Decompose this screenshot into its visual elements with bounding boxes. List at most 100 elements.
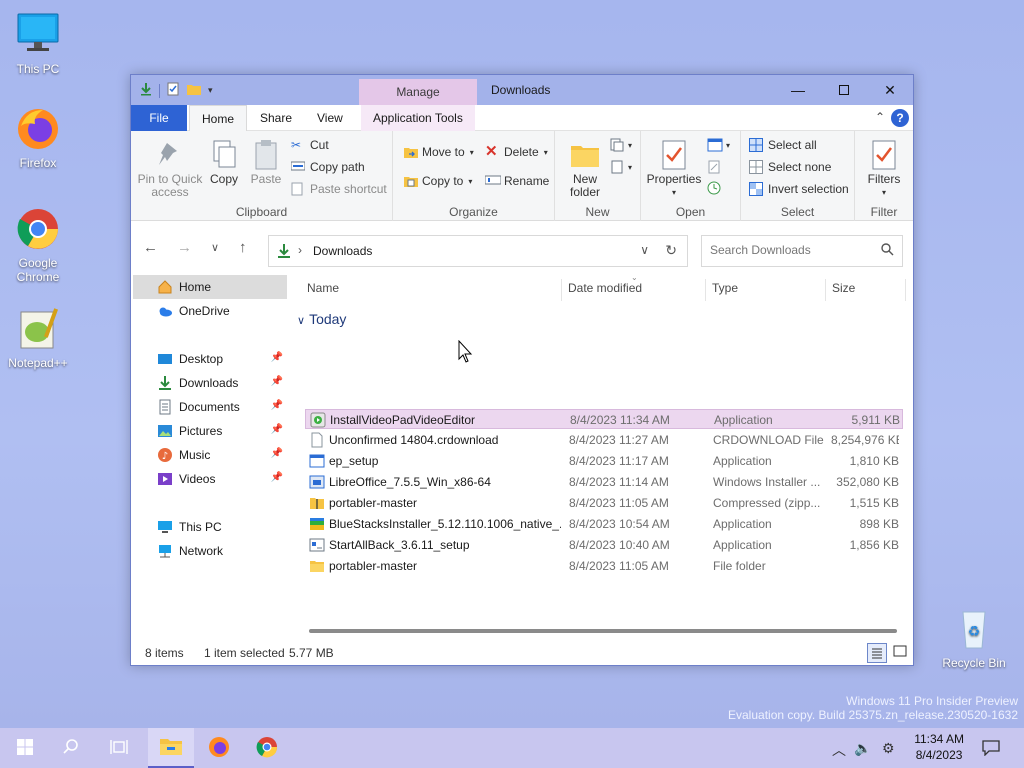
filters-button[interactable]: Filters ▾ bbox=[861, 139, 907, 199]
taskbar-chrome[interactable] bbox=[244, 728, 290, 768]
help-icon[interactable]: ? bbox=[891, 109, 909, 127]
nav-item-home[interactable]: Home bbox=[133, 275, 287, 299]
paste-shortcut-button[interactable]: Paste shortcut bbox=[291, 182, 387, 196]
select-all-button[interactable]: Select all bbox=[749, 138, 817, 152]
copy-path-button[interactable]: Copy path bbox=[290, 160, 365, 174]
nav-item-network[interactable]: Network bbox=[133, 539, 287, 563]
pin-to-quick-access-button[interactable]: Pin to Quick access bbox=[137, 139, 203, 199]
search-icon[interactable] bbox=[881, 243, 894, 259]
table-row[interactable]: portabler-master 8/4/2023 11:05 AM Compres… bbox=[305, 493, 903, 513]
back-button[interactable]: ← bbox=[143, 239, 158, 256]
start-button[interactable] bbox=[2, 728, 48, 768]
history-button[interactable] bbox=[707, 181, 721, 195]
copy-button[interactable]: Copy bbox=[203, 139, 245, 186]
task-view-button[interactable] bbox=[96, 728, 142, 768]
pin-icon[interactable]: 📌 bbox=[271, 472, 283, 483]
tab-home[interactable]: Home bbox=[189, 105, 248, 131]
nav-item-downloads[interactable]: Downloads 📌 bbox=[133, 371, 287, 395]
nav-item-this-pc[interactable]: This PC bbox=[133, 515, 287, 539]
paste-button[interactable]: Paste bbox=[245, 139, 287, 186]
pin-icon[interactable]: 📌 bbox=[271, 352, 283, 363]
manage-context-tab[interactable]: Manage bbox=[359, 79, 477, 105]
new-item-button[interactable]: ▾ bbox=[609, 138, 632, 152]
pin-icon[interactable]: 📌 bbox=[271, 448, 283, 459]
copy-to-button[interactable]: Copy to ▾ bbox=[403, 174, 472, 188]
title-bar[interactable]: ▾ Manage Downloads — ✕ bbox=[131, 75, 913, 105]
group-header-today[interactable]: ∨ Today bbox=[297, 311, 346, 327]
desktop-icon-chrome[interactable]: Google Chrome bbox=[0, 206, 76, 284]
properties-button[interactable]: Properties ▾ bbox=[645, 139, 703, 199]
nav-item-desktop[interactable]: Desktop 📌 bbox=[133, 347, 287, 371]
show-hidden-icons-button[interactable]: ︿ bbox=[832, 740, 846, 760]
properties-check-icon[interactable] bbox=[166, 82, 180, 99]
column-divider[interactable] bbox=[705, 279, 706, 301]
desktop-icon-notepadpp[interactable]: Notepad++ bbox=[0, 306, 76, 370]
column-divider[interactable] bbox=[561, 279, 562, 301]
table-row[interactable]: InstallVideoPadVideoEditor 8/4/2023 11:34… bbox=[305, 409, 903, 429]
table-row[interactable]: Unconfirmed 14804.crdownload 8/4/2023 11:… bbox=[305, 430, 903, 450]
refresh-icon[interactable]: ↻ bbox=[665, 242, 677, 259]
column-divider[interactable] bbox=[825, 279, 826, 301]
breadcrumb[interactable]: Downloads bbox=[313, 244, 372, 258]
move-to-button[interactable]: Move to ▾ bbox=[403, 145, 474, 159]
address-bar[interactable]: › Downloads ∨ ↻ bbox=[268, 235, 688, 267]
tab-file[interactable]: File bbox=[131, 105, 187, 131]
taskbar-clock[interactable]: 11:34 AM 8/4/2023 bbox=[914, 731, 964, 763]
desktop-icon-firefox[interactable]: Firefox bbox=[0, 106, 76, 170]
nav-item-pictures[interactable]: Pictures 📌 bbox=[133, 419, 287, 443]
rename-button[interactable]: Rename bbox=[484, 174, 549, 188]
maximize-button[interactable] bbox=[821, 75, 867, 105]
edit-button[interactable] bbox=[707, 160, 721, 174]
horizontal-scrollbar[interactable] bbox=[309, 629, 897, 633]
notifications-button[interactable] bbox=[982, 740, 1000, 759]
desktop-icon-recycle-bin[interactable]: ♻ Recycle Bin bbox=[936, 606, 1012, 670]
table-row[interactable]: StartAllBack_3.6.11_setup 8/4/2023 10:40 … bbox=[305, 535, 903, 555]
pin-icon[interactable]: 📌 bbox=[271, 400, 283, 411]
nav-item-onedrive[interactable]: OneDrive bbox=[133, 299, 287, 323]
details-view-button[interactable] bbox=[867, 643, 887, 663]
column-divider[interactable] bbox=[905, 279, 906, 301]
invert-selection-button[interactable]: Invert selection bbox=[749, 182, 849, 196]
search-input[interactable] bbox=[710, 243, 870, 257]
nav-item-videos[interactable]: Videos 📌 bbox=[133, 467, 287, 491]
open-button[interactable]: ▾ bbox=[707, 138, 730, 152]
column-header-size[interactable]: Size bbox=[832, 275, 855, 301]
recent-locations-button[interactable]: ∨ bbox=[211, 241, 219, 254]
tab-share[interactable]: Share bbox=[248, 105, 304, 131]
download-arrow-icon[interactable] bbox=[139, 82, 153, 99]
table-row[interactable]: portabler-master 8/4/2023 11:05 AM File fo… bbox=[305, 556, 903, 576]
close-button[interactable]: ✕ bbox=[867, 75, 913, 105]
tab-application-tools[interactable]: Application Tools bbox=[361, 105, 475, 131]
taskbar-firefox[interactable] bbox=[196, 728, 242, 768]
table-row[interactable]: LibreOffice_7.5.5_Win_x86-64 8/4/2023 11:… bbox=[305, 472, 903, 492]
select-none-button[interactable]: Select none bbox=[749, 160, 831, 174]
up-button[interactable]: ↑ bbox=[239, 239, 247, 256]
search-taskbar-button[interactable] bbox=[48, 728, 94, 768]
forward-button[interactable]: → bbox=[177, 239, 192, 256]
settings-button[interactable]: ⚙ bbox=[882, 740, 895, 757]
large-icons-view-button[interactable] bbox=[893, 645, 907, 662]
search-box[interactable] bbox=[701, 235, 903, 267]
cut-button[interactable]: ✂ Cut bbox=[291, 138, 329, 152]
delete-button[interactable]: ✕ Delete ▾ bbox=[485, 144, 548, 159]
qat-dropdown-icon[interactable]: ▾ bbox=[208, 85, 213, 96]
new-folder-button[interactable]: New folder bbox=[563, 139, 607, 199]
table-row[interactable]: BlueStacksInstaller_5.12.110.1006_native… bbox=[305, 514, 903, 534]
column-header-name[interactable]: Name bbox=[307, 275, 339, 301]
easy-access-button[interactable]: ▾ bbox=[609, 160, 632, 174]
column-header-type[interactable]: Type bbox=[712, 275, 738, 301]
minimize-button[interactable]: — bbox=[775, 75, 821, 105]
volume-button[interactable]: 🔈 bbox=[854, 740, 871, 757]
pin-icon[interactable]: 📌 bbox=[271, 424, 283, 435]
address-dropdown-icon[interactable]: ∨ bbox=[640, 243, 649, 257]
nav-item-documents[interactable]: Documents 📌 bbox=[133, 395, 287, 419]
desktop-icon-this-pc[interactable]: This PC bbox=[0, 12, 76, 76]
ribbon-collapse-icon[interactable]: ⌃ bbox=[875, 110, 885, 124]
nav-item-music[interactable]: ♪ Music 📌 bbox=[133, 443, 287, 467]
new-folder-icon[interactable] bbox=[186, 82, 202, 99]
column-header-date-modified[interactable]: Date modified bbox=[568, 275, 642, 301]
taskbar-file-explorer[interactable] bbox=[148, 728, 194, 768]
tab-view[interactable]: View bbox=[305, 105, 355, 131]
table-row[interactable]: ep_setup 8/4/2023 11:17 AM Application 1,81… bbox=[305, 451, 903, 471]
pin-icon[interactable]: 📌 bbox=[271, 376, 283, 387]
